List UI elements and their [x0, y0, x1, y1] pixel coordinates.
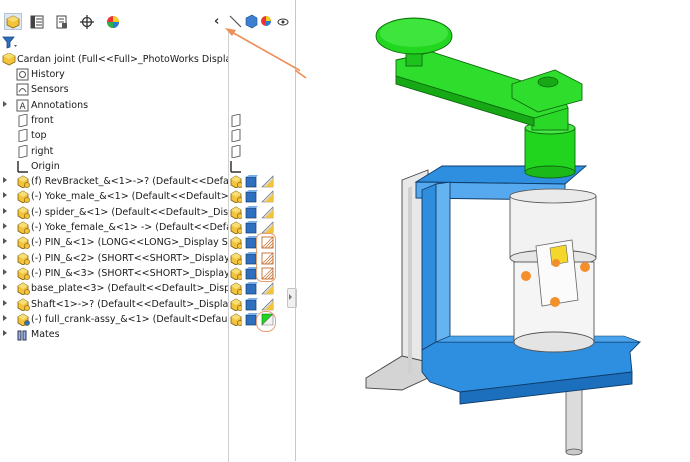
universal-joint [509, 188, 597, 353]
pin-end-bottom [550, 297, 560, 307]
annotation-arrow-line [229, 30, 300, 72]
pin-end-right [580, 262, 590, 272]
rev-bracket [365, 169, 429, 391]
annotation-overlay [225, 28, 300, 72]
featuremanager-panel: ‹ Cardan joint (Full<<Full>_PhotoWorks D… [0, 0, 300, 462]
graphics-area[interactable] [300, 0, 690, 461]
highlight-ring-crank [256, 311, 276, 332]
pin-end-left [521, 271, 531, 281]
pin-end-top [552, 259, 560, 267]
highlight-ring-pins [256, 233, 276, 282]
annotation-arrow-head [225, 28, 236, 36]
crank-assembly [375, 17, 583, 179]
